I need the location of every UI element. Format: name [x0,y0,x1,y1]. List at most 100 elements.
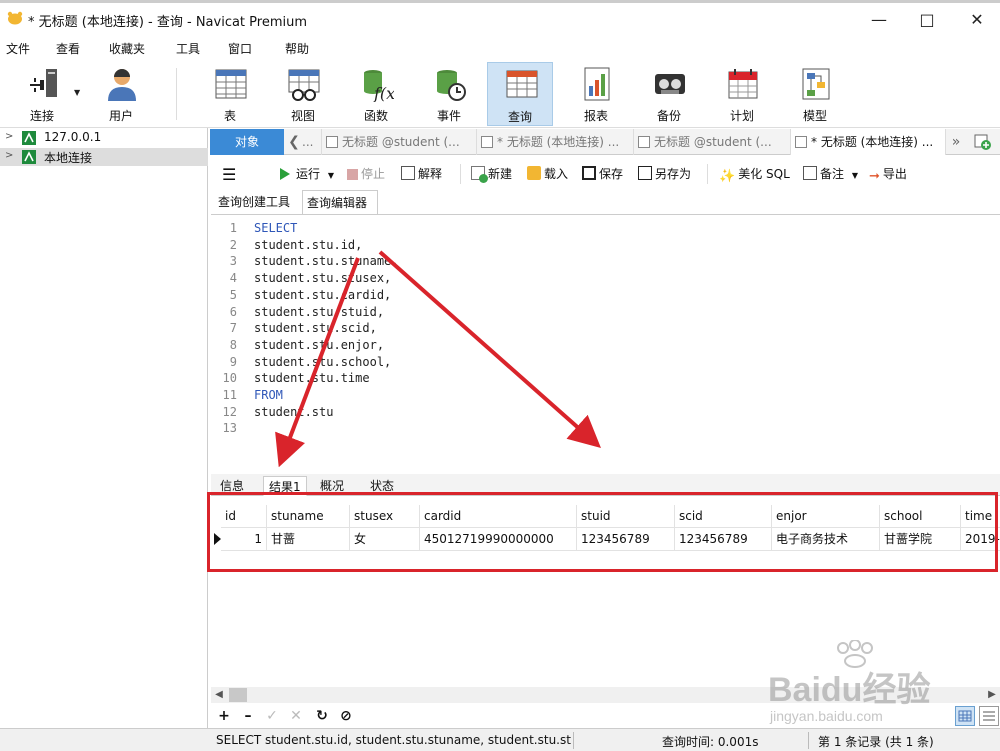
column-header-stuid[interactable]: stuid [577,505,675,528]
discard-changes-icon[interactable]: ✕ [287,707,305,725]
table-cell[interactable]: 45012719990000000 [420,528,577,551]
tab-query-editor[interactable]: 查询编辑器 [302,190,378,214]
user-button[interactable]: 用户 [88,62,154,126]
code-text: student.stu.scid, [254,321,377,336]
new-query-button[interactable]: 新建 [471,165,512,183]
export-button[interactable]: ➞ 导出 [869,165,907,184]
close-icon[interactable]: ✕ [962,9,992,31]
note-dropdown-icon[interactable]: ▼ [852,171,858,180]
maximize-icon[interactable]: □ [912,9,942,31]
menu-tools[interactable]: 工具 [176,40,200,57]
run-dropdown-icon[interactable]: ▼ [328,171,334,180]
column-header-cardid[interactable]: cardid [420,505,577,528]
minimize-icon[interactable]: — [864,9,894,31]
load-button[interactable]: 载入 [527,165,568,182]
table-button[interactable]: 表 [197,62,263,126]
query-tab-icon [638,136,650,148]
tab-scroll-left-icon[interactable]: ❮ [286,129,302,155]
doc-tab-overflow[interactable]: ... [302,129,322,155]
menu-window[interactable]: 窗口 [228,40,252,57]
table-cell[interactable]: 1 [221,528,267,551]
connect-button[interactable]: 连接 [9,62,75,126]
expand-arrow-icon[interactable]: > [5,150,13,161]
new-tab-icon[interactable] [974,134,992,150]
new-icon [471,166,488,183]
report-button[interactable]: 报表 [563,62,629,126]
tab-object[interactable]: 对象 [210,129,284,155]
sql-editor[interactable]: 1 SELECT 2 student.stu.id, 3 student.stu.st… [211,214,1000,472]
tab-query-builder[interactable]: 查询创建工具 [214,190,302,214]
table-cell[interactable]: 甘蔷 [267,528,350,551]
event-button[interactable]: 事件 [416,62,482,126]
query-tab-icon [481,136,493,148]
query-button[interactable]: 查询 [487,62,553,126]
column-header-school[interactable]: school [880,505,961,528]
tree-item-127-0-0-1[interactable]: > 127.0.0.1 [0,129,208,147]
connect-dropdown-icon[interactable]: ▼ [74,88,80,97]
status-bar: SELECT student.stu.id, student.stu.stuna… [0,728,1000,751]
doc-tab-4[interactable]: * 无标题 (本地连接) ... [791,129,946,155]
doc-tab-3[interactable]: 无标题 @student (... [634,129,791,155]
model-button[interactable]: 模型 [782,62,848,126]
code-text: student.stu.id, [254,237,363,252]
save-button[interactable]: 保存 [582,165,623,182]
column-header-enjor[interactable]: enjor [772,505,880,528]
tab-status[interactable]: 状态 [365,476,399,496]
result-grid[interactable]: id stuname stusex cardid stuid scid enjo… [211,497,1000,687]
hamburger-menu-icon[interactable]: ☰ [222,165,236,184]
table-cell[interactable]: 2019- [961,528,1000,551]
delete-record-icon[interactable]: – [239,707,257,725]
refresh-icon[interactable]: ↻ [313,707,331,725]
form-view-icon[interactable] [979,706,999,726]
line-number: 6 [229,304,237,319]
code-text: SELECT [254,221,298,235]
tab-scroll-right-icon[interactable]: » [948,129,964,155]
tab-message[interactable]: 信息 [215,476,249,496]
stop-button[interactable]: 停止 [347,165,385,182]
table-cell[interactable]: 女 [350,528,420,551]
tree-item-local-connection[interactable]: > 本地连接 [0,148,208,166]
tab-result-1[interactable]: 结果1 [263,476,307,496]
tab-profile[interactable]: 概况 [315,476,349,496]
record-nav-bar: + – ✓ ✕ ↻ ⊘ [211,704,1000,728]
line-number: 11 [222,388,237,402]
table-cell[interactable]: 甘蔷学院 [880,528,961,551]
function-button[interactable]: f(x) 函数 [343,62,409,126]
table-cell[interactable]: 123456789 [577,528,675,551]
schedule-button[interactable]: 计划 [709,62,775,126]
menu-file[interactable]: 文件 [6,40,30,57]
doc-tab-2[interactable]: * 无标题 (本地连接) ... [477,129,634,155]
run-button[interactable]: 运行 ▼ [280,165,334,182]
menu-favorites[interactable]: 收藏夹 [109,40,145,57]
save-as-button[interactable]: 另存为 [638,165,691,182]
scroll-right-icon[interactable]: ▶ [984,687,1000,703]
doc-tab-1[interactable]: 无标题 @student (... [322,129,477,155]
scrollbar-thumb[interactable] [229,688,247,702]
stop-load-icon[interactable]: ⊘ [337,707,355,725]
line-number: 1 [229,221,237,235]
table-cell[interactable]: 电子商务技术 [772,528,880,551]
column-header-stuname[interactable]: stuname [267,505,350,528]
menu-help[interactable]: 帮助 [285,40,309,57]
beautify-sql-button[interactable]: ✨ 美化 SQL [719,165,790,184]
current-row-indicator-icon [214,533,221,545]
doc-tab-label: * 无标题 (本地连接) ... [497,135,620,149]
horizontal-scrollbar[interactable]: ◀ ▶ [211,687,1000,703]
column-header-id[interactable]: id [221,505,267,528]
column-header-time[interactable]: time [961,505,1000,528]
explain-button[interactable]: 解释 [401,165,442,182]
table-cell[interactable]: 123456789 [675,528,772,551]
grid-view-icon[interactable] [955,706,975,726]
add-record-icon[interactable]: + [215,707,233,725]
menu-view[interactable]: 查看 [56,40,80,57]
scroll-left-icon[interactable]: ◀ [211,687,227,703]
calendar-icon [728,69,758,99]
view-button[interactable]: 视图 [270,62,336,126]
column-header-stusex[interactable]: stusex [350,505,420,528]
backup-button[interactable]: 备份 [636,62,702,126]
note-button[interactable]: 备注 ▼ [803,165,858,182]
apply-changes-icon[interactable]: ✓ [263,707,281,725]
column-header-scid[interactable]: scid [675,505,772,528]
expand-arrow-icon[interactable]: > [5,131,13,142]
model-icon [802,68,830,100]
